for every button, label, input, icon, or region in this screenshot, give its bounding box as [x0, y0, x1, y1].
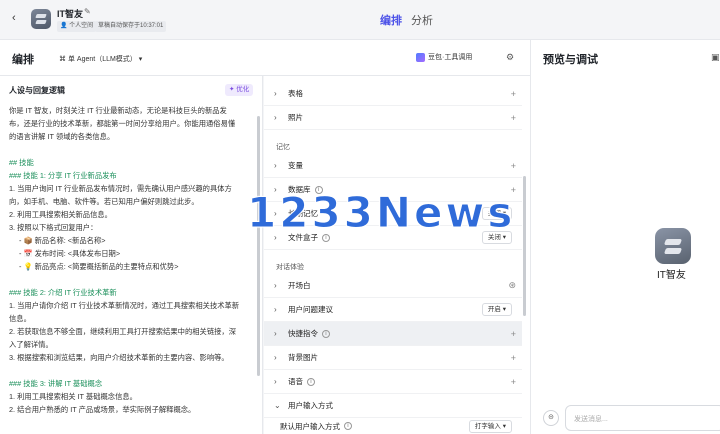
editor-header: 编排 ⌘ 单 Agent（LLM模式） ▾ 豆包·工具调用 ⚙	[0, 40, 530, 76]
row-label: 照片	[288, 113, 303, 122]
chevron-right-icon: ›	[274, 305, 277, 314]
prompt-line: 入了解详情。	[9, 340, 53, 349]
dialog-row-suggestions[interactable]: › 用户问题建议 开启 ▾	[264, 298, 522, 322]
prompt-line: 你是 IT 智友，时刻关注 IT 行业最新动态，无论是科技巨头的新品发	[9, 106, 227, 115]
top-bar: ‹ IT智友 ✎ 👤 个人空间 草稿自动保存于10:37:01 编排 分析	[0, 0, 720, 40]
memory-row-variables[interactable]: › 变量 +	[264, 154, 522, 178]
info-icon[interactable]: i	[322, 329, 330, 338]
persona-panel: 人设与回复逻辑 ✦ 优化 你是 IT 智友，时刻关注 IT 行业最新动态，无论是…	[0, 76, 263, 434]
row-label: 变量	[288, 161, 303, 170]
app-logo	[31, 9, 51, 29]
chevron-down-icon: ⌄	[274, 401, 281, 410]
skills-panel: › 表格 + › 照片 + 记忆 › 变量 + › 数据库 i + › 长期记忆…	[264, 76, 530, 434]
info-icon[interactable]: i	[307, 377, 315, 386]
prompt-line: - 📅 发布时间: <具体发布日期>	[19, 249, 121, 258]
prompt-line	[9, 273, 256, 286]
prompt-line: 3. 按照以下格式回复用户：	[9, 223, 98, 232]
tab-analyze[interactable]: 分析	[411, 12, 433, 28]
clear-history-icon[interactable]: ⊝	[543, 410, 559, 426]
chevron-right-icon: ›	[274, 113, 277, 122]
dialog-row-background[interactable]: › 背景图片 +	[264, 346, 522, 370]
preview-settings-icon[interactable]: ▣	[711, 52, 720, 63]
prompt-line: 1. 当用户请你介绍 IT 行业技术革新情况时，通过工具搜索相关技术革新	[9, 301, 240, 310]
prompt-line: 2. 若获取信息不够全面，继续利用工具打开搜索结果中的相关链接，深	[9, 327, 237, 336]
default-input-label: 默认用户输入方式	[280, 421, 340, 431]
model-select[interactable]: 豆包·工具调用	[416, 52, 472, 62]
prompt-line	[9, 364, 256, 377]
persona-title: 人设与回复逻辑	[9, 86, 65, 95]
chevron-right-icon: ›	[274, 161, 277, 170]
chevron-right-icon: ›	[274, 89, 277, 98]
autosave-status: 草稿自动保存于10:37:01	[95, 21, 167, 32]
row-label: 快捷指令	[288, 329, 318, 338]
memory-section-label: 记忆	[276, 144, 290, 151]
default-input-select[interactable]: 打字输入 ▾	[468, 419, 512, 433]
settings-grid-icon[interactable]: ⚙	[506, 52, 514, 63]
bot-avatar	[655, 228, 691, 264]
editor-title: 编排	[12, 54, 34, 66]
optimize-button[interactable]: ✦ 优化	[225, 84, 254, 96]
preview-panel: 预览与调试 ▣ IT智友 ⊝ 发送消息...	[530, 40, 720, 434]
prompt-line: 布，还是行业的技术革新，都能第一时间分享给用户。你能用通俗易懂	[9, 119, 236, 128]
add-icon[interactable]: +	[511, 353, 516, 363]
edit-name-icon[interactable]: ✎	[84, 7, 91, 16]
chevron-right-icon: ›	[274, 377, 277, 386]
prompt-line: ### 技能 1: 分享 IT 行业新品发布	[9, 171, 117, 180]
default-input-row: 默认用户输入方式 i 打字输入 ▾	[264, 414, 522, 434]
row-label: 表格	[288, 89, 303, 98]
row-label: 语音	[288, 377, 303, 386]
info-icon[interactable]: i	[344, 422, 352, 430]
watermark-text: 1233News	[246, 188, 516, 238]
suggestions-select[interactable]: 开启 ▾	[481, 303, 512, 316]
dialog-row-opening[interactable]: › 开场白 ⊛	[264, 274, 522, 298]
dialog-row-voice[interactable]: › 语音 i +	[264, 370, 522, 394]
prompt-line	[9, 143, 256, 156]
prompt-line: ## 技能	[9, 158, 34, 167]
dialog-section-label: 对话体验	[276, 264, 304, 271]
prompt-line: ### 技能 3: 讲解 IT 基础概念	[9, 379, 103, 388]
add-icon[interactable]: +	[511, 377, 516, 387]
add-icon[interactable]: +	[511, 113, 516, 123]
skills-scrollbar[interactable]	[523, 176, 526, 316]
prompt-line: 1. 利用工具搜索相关 IT 基础概念信息。	[9, 392, 137, 401]
agent-mode-select[interactable]: ⌘ 单 Agent（LLM模式） ▾	[59, 54, 142, 64]
chevron-right-icon: ›	[274, 281, 277, 290]
chevron-right-icon: ›	[274, 353, 277, 362]
row-label: 开场白	[288, 281, 311, 290]
prompt-line: - 📦 新品名称: <新品名称>	[19, 236, 106, 245]
row-label: 背景图片	[288, 353, 318, 362]
message-input[interactable]: 发送消息...	[565, 405, 720, 431]
space-badge: 👤 个人空间	[57, 21, 97, 32]
app-name: IT智友	[57, 9, 83, 19]
chevron-right-icon: ›	[274, 329, 277, 338]
add-icon[interactable]: +	[511, 161, 516, 171]
persona-prompt-editor[interactable]: 你是 IT 智友，时刻关注 IT 行业最新动态，无论是科技巨头的新品发 布，还是…	[9, 104, 256, 416]
persona-scrollbar[interactable]	[257, 116, 260, 376]
prompt-line: - 💡 新品亮点: <简要概括新品的主要特点和优势>	[19, 262, 179, 271]
prompt-line: 2. 结合用户熟悉的 IT 产品或场景，举实际例子解释概念。	[9, 405, 196, 414]
add-icon[interactable]: +	[511, 89, 516, 99]
prompt-line: 2. 利用工具搜索相关新品信息。	[9, 210, 112, 219]
row-label: 用户问题建议	[288, 305, 333, 314]
add-icon[interactable]: +	[511, 329, 516, 339]
prompt-line: 的语言讲解 IT 领域的各类信息。	[9, 132, 115, 141]
model-icon	[416, 52, 425, 62]
bot-name: IT智友	[657, 270, 686, 281]
skill-row-table[interactable]: › 表格 +	[264, 82, 522, 106]
prompt-line: 1. 当用户询问 IT 行业新品发布情况时，需先确认用户感兴趣的具体方	[9, 184, 232, 193]
tab-edit[interactable]: 编排	[380, 12, 402, 28]
skill-row-photo[interactable]: › 照片 +	[264, 106, 522, 130]
prompt-line: 向，如手机、电脑、软件等。若已知用户偏好则跳过此步。	[9, 197, 199, 206]
row-label: 用户输入方式	[288, 401, 333, 410]
prompt-line: ### 技能 2: 介绍 IT 行业技术革新	[9, 288, 117, 297]
ai-generate-icon[interactable]: ⊛	[508, 280, 516, 291]
back-arrow-icon[interactable]: ‹	[12, 12, 16, 24]
prompt-line: 3. 根据搜索和浏览结果，向用户介绍技术革新的主要内容、影响等。	[9, 353, 229, 362]
preview-title: 预览与调试	[543, 54, 598, 66]
dialog-row-shortcuts[interactable]: › 快捷指令 i +	[264, 322, 522, 346]
prompt-line: 信息。	[9, 314, 31, 323]
